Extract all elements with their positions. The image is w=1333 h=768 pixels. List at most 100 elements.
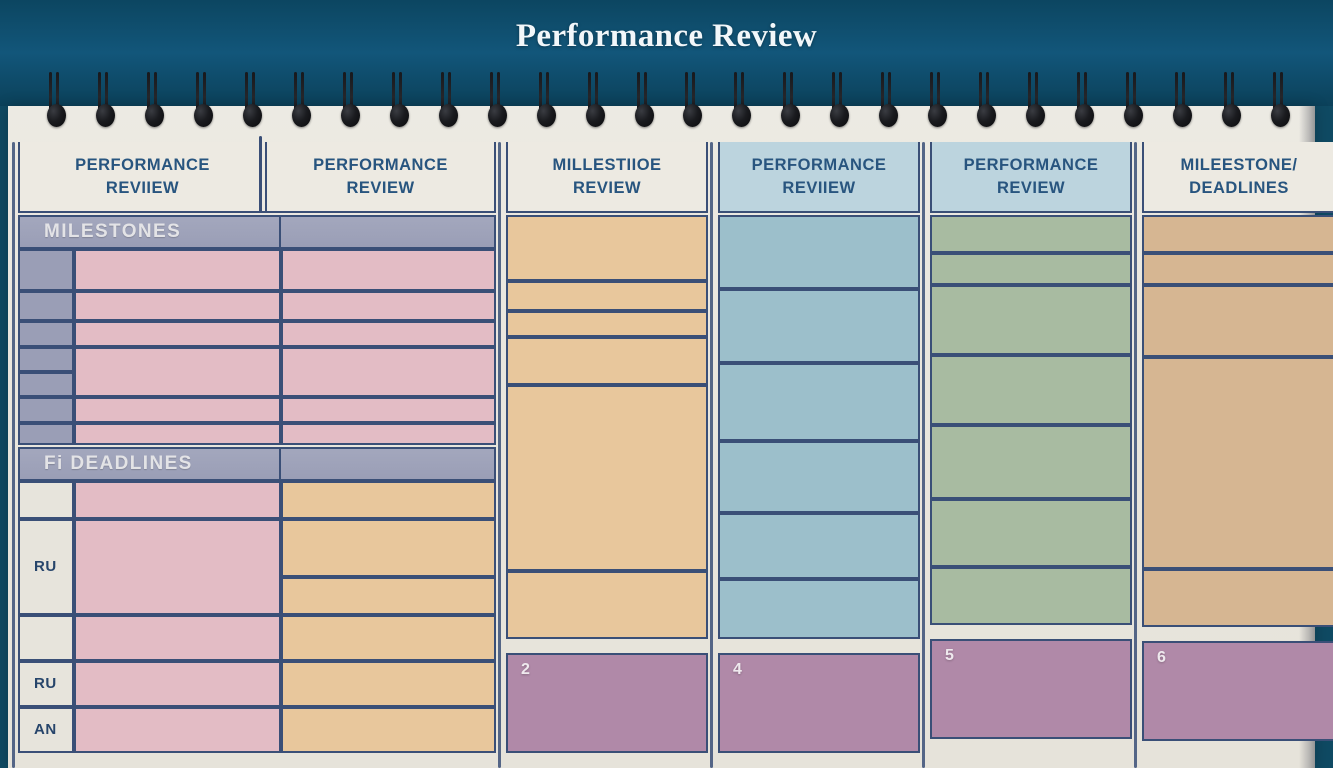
spiral-coil — [1173, 72, 1193, 140]
row-cell — [74, 248, 281, 291]
block[interactable] — [718, 512, 920, 579]
block[interactable] — [506, 384, 708, 571]
row-cell — [281, 576, 496, 615]
column-header-col4[interactable]: PERFORMANCE REVIIEW — [718, 142, 920, 213]
column-header-col3[interactable]: MILLESTIIOE REVIEW — [506, 142, 708, 213]
block[interactable] — [718, 214, 920, 289]
row-cell — [281, 248, 496, 291]
table-row[interactable] — [18, 614, 496, 661]
table-row[interactable] — [18, 480, 496, 519]
block[interactable] — [1142, 214, 1333, 253]
row-cell — [281, 396, 496, 423]
column-blocks-col6: 6 — [1142, 214, 1333, 741]
spiral-coil — [144, 72, 164, 140]
block-label: 5 — [945, 646, 954, 664]
row-tick — [18, 396, 74, 423]
row-cell — [74, 422, 281, 445]
row-tick — [18, 290, 74, 321]
block[interactable] — [506, 214, 708, 281]
table-row[interactable]: RU — [18, 518, 496, 615]
milestones-table: MILESTONES — [18, 214, 496, 445]
spiral-coil — [193, 72, 213, 140]
spiral-coil — [47, 72, 66, 140]
row-tick — [18, 480, 74, 519]
block[interactable] — [506, 310, 708, 337]
column-header-line1: PERFORMANCE — [963, 156, 1099, 174]
column-header-col6[interactable]: MILEESTONE/ DEADLINES — [1142, 142, 1333, 213]
section-bar-milestones-right — [281, 214, 496, 249]
column-blocks-col4: 4 — [718, 214, 920, 753]
paper-sheet: PERFORMANCE REVIIEW PERFORMANCE REVIEW M… — [8, 106, 1333, 768]
block[interactable] — [1142, 284, 1333, 357]
page-title: Performance Review — [515, 18, 818, 54]
block[interactable] — [718, 288, 920, 363]
table-row[interactable]: RU — [18, 660, 496, 707]
block[interactable] — [506, 336, 708, 385]
table-row[interactable] — [18, 290, 496, 321]
column-header-col1[interactable]: PERFORMANCE REVIIEW — [18, 142, 265, 213]
table-row[interactable] — [18, 422, 496, 445]
row-tick — [18, 422, 74, 445]
block[interactable] — [930, 424, 1132, 499]
block-label: 6 — [1157, 648, 1166, 666]
column-group-left: PERFORMANCE REVIIEW PERFORMANCE REVIEW M… — [12, 136, 496, 768]
row-cell — [281, 614, 496, 661]
block[interactable] — [1142, 568, 1333, 627]
column-header-col2[interactable]: PERFORMANCE REVIEW — [259, 136, 496, 213]
spiral-coil — [732, 72, 752, 140]
spiral-coil — [438, 72, 458, 140]
spiral-coil — [928, 72, 948, 140]
block-numbered[interactable]: 5 — [930, 638, 1132, 739]
row-tick — [18, 320, 74, 347]
spiral-coil — [634, 72, 654, 140]
block[interactable] — [1142, 356, 1333, 569]
column-header-col5[interactable]: PERFORMANCE REVIEW — [930, 142, 1132, 213]
block[interactable] — [718, 578, 920, 639]
column-divider-rail — [259, 136, 262, 213]
row-tick-an: AN — [18, 706, 74, 753]
spiral-coil — [1124, 72, 1144, 140]
block[interactable] — [1142, 252, 1333, 285]
block[interactable] — [506, 570, 708, 639]
block[interactable] — [930, 284, 1132, 355]
table-row[interactable] — [18, 248, 496, 291]
section-label-deadlines: Fi DEADLINES — [44, 452, 193, 474]
section-bar-deadlines-right — [281, 446, 496, 481]
row-cell — [74, 320, 281, 347]
table-row[interactable] — [18, 346, 496, 397]
block[interactable] — [718, 362, 920, 441]
column-header-line2: REVIEW — [572, 179, 642, 198]
spiral-coil — [683, 72, 703, 140]
spiral-coil — [1075, 72, 1095, 140]
row-cell — [281, 480, 496, 519]
spiral-coil — [1271, 72, 1290, 140]
row-cell — [74, 518, 281, 615]
column-header-line1: PERFORMANCE — [751, 156, 887, 174]
block[interactable] — [506, 280, 708, 311]
spiral-coil — [781, 72, 801, 140]
spiral-coil — [977, 72, 997, 140]
block-numbered[interactable]: 4 — [718, 652, 920, 753]
block-numbered[interactable]: 2 — [506, 652, 708, 753]
section-label-milestones: MILESTONES — [44, 220, 182, 242]
row-cell — [281, 706, 496, 753]
spiral-coil — [389, 72, 409, 140]
block[interactable] — [930, 498, 1132, 567]
block[interactable] — [930, 214, 1132, 253]
table-row[interactable]: AN — [18, 706, 496, 753]
spiral-coil — [95, 72, 115, 140]
spiral-coil — [1222, 72, 1242, 140]
row-cell — [74, 660, 281, 707]
column-col3: MILLESTIIOE REVIEW 2 — [498, 142, 708, 768]
column-header-line2: REVIEW — [346, 179, 415, 198]
table-row[interactable] — [18, 320, 496, 347]
block[interactable] — [930, 252, 1132, 285]
spiral-coil — [536, 72, 556, 140]
block[interactable] — [930, 354, 1132, 425]
spiral-coil — [242, 72, 262, 140]
block-numbered[interactable]: 6 — [1142, 640, 1333, 741]
table-row[interactable] — [18, 396, 496, 423]
block[interactable] — [718, 440, 920, 513]
block[interactable] — [930, 566, 1132, 625]
planner-page: Performance Review PERFORMANCE REVIIEW P… — [0, 0, 1333, 768]
